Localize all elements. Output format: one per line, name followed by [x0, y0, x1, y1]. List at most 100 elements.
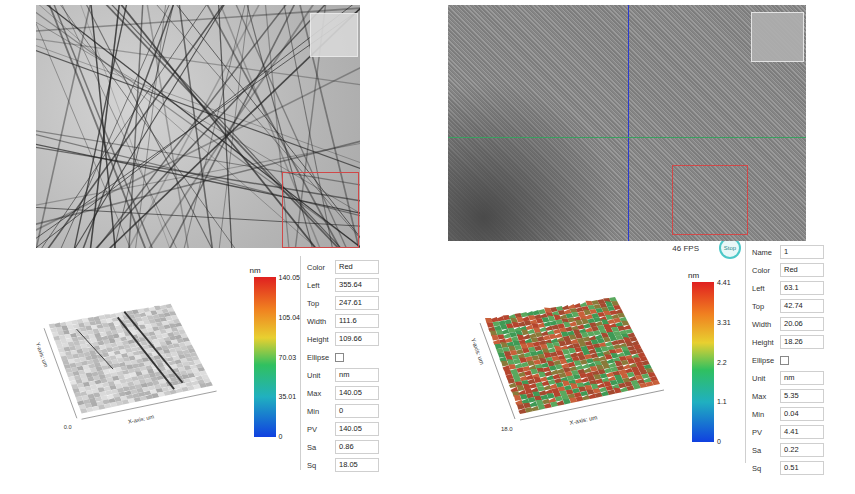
property-field[interactable]: nm [335, 368, 379, 382]
property-field[interactable]: 111.6 [335, 314, 379, 328]
colorbar-scale: 140.05105.0470.0335.010 [254, 277, 300, 440]
property-field[interactable]: 20.06 [780, 317, 824, 331]
property-row: Left63.1 [752, 279, 829, 297]
y-axis-label: Y-axis: um [35, 342, 50, 369]
crosshair-vertical[interactable] [628, 5, 629, 241]
property-label: Sa [307, 443, 335, 452]
property-label: Top [307, 299, 335, 308]
property-row: Sq18.05 [307, 456, 384, 474]
property-field[interactable]: 0.86 [335, 440, 379, 454]
analysis-area: 46 FPSStopY-axis: umX-axis: um18.0nm4.41… [448, 241, 855, 463]
colorbar-tick: 35.01 [279, 393, 300, 400]
x-axis-label: X-axis: um [569, 414, 598, 426]
property-label: Width [307, 317, 335, 326]
colorbar-gradient [692, 282, 714, 442]
property-label: Left [307, 281, 335, 290]
colorbar-ticks: 4.41 3.31 2.2 1.1 0 [717, 279, 731, 445]
origin-label: 18.0 [501, 426, 513, 432]
overview-thumbnail[interactable] [310, 13, 358, 57]
property-field[interactable]: 0.04 [780, 407, 824, 421]
property-field[interactable]: Red [780, 263, 824, 277]
property-row: Unitnm [307, 366, 384, 384]
colorbar-tick: 4.41 [717, 279, 731, 286]
property-label: Top [752, 302, 780, 311]
y-axis [480, 323, 515, 419]
colorbar-gradient [254, 277, 276, 437]
colorbar-tick: 105.04 [279, 314, 300, 321]
colorbar-tick: 140.05 [279, 274, 300, 281]
colorbar-unit: nm [250, 266, 300, 275]
property-label: Color [307, 263, 335, 272]
y-axis [44, 328, 77, 418]
property-field[interactable]: 355.64 [335, 278, 379, 292]
property-field[interactable]: 0.51 [780, 461, 824, 475]
colorbar: nm4.413.312.21.10 [692, 271, 731, 445]
property-field[interactable]: 18.26 [780, 335, 824, 349]
ellipse-checkbox[interactable] [335, 353, 344, 362]
property-field[interactable]: 0 [335, 404, 379, 418]
property-row: ColorRed [752, 261, 829, 279]
property-field[interactable]: 1 [780, 245, 824, 259]
property-row: Sq0.51 [752, 459, 829, 477]
property-row: Max140.05 [307, 384, 384, 402]
crosshair-horizontal[interactable] [448, 137, 806, 138]
colorbar-tick: 70.03 [279, 354, 300, 361]
left-view: Y-axis: umX-axis: um0.0nm140.05105.0470.… [30, 5, 410, 494]
property-label: Ellipse [307, 353, 335, 362]
property-row: Left355.64 [307, 276, 384, 294]
property-label: Height [307, 335, 335, 344]
property-field[interactable]: 109.66 [335, 332, 379, 346]
property-row: Min0.04 [752, 405, 829, 423]
property-row: Width111.6 [307, 312, 384, 330]
heat-surface-plot[interactable]: Y-axis: um X-axis: um 18.0 [465, 279, 680, 439]
property-label: Sq [307, 461, 335, 470]
property-label: Min [752, 410, 780, 419]
property-field[interactable]: 247.61 [335, 296, 379, 310]
property-row: Height109.66 [307, 330, 384, 348]
ellipse-checkbox[interactable] [780, 356, 789, 365]
micrograph[interactable] [36, 5, 360, 248]
property-row: Top42.74 [752, 297, 829, 315]
property-field[interactable]: 0.22 [780, 443, 824, 457]
property-label: Unit [752, 374, 780, 383]
property-field[interactable]: Red [335, 260, 379, 274]
property-label: Width [752, 320, 780, 329]
property-field[interactable]: 4.41 [780, 425, 824, 439]
property-label: Height [752, 338, 780, 347]
property-label: PV [307, 425, 335, 434]
property-field[interactable]: 18.05 [335, 458, 379, 472]
overview-thumbnail[interactable] [751, 12, 804, 62]
micrograph[interactable] [448, 5, 806, 241]
plot-row: Y-axis: umX-axis: um18.0nm4.413.312.21.1… [448, 279, 745, 445]
property-row: PV4.41 [752, 423, 829, 441]
property-field[interactable]: 140.05 [335, 422, 379, 436]
origin-label: 0.0 [64, 425, 72, 431]
property-row: Min0 [307, 402, 384, 420]
colorbar-tick: 3.31 [717, 319, 731, 326]
property-field[interactable]: 42.74 [780, 299, 824, 313]
property-label: Left [752, 284, 780, 293]
property-label: Sq [752, 464, 780, 473]
property-field[interactable]: 63.1 [780, 281, 824, 295]
x-axis-label: X-axis: um [127, 413, 154, 424]
property-field[interactable]: nm [780, 371, 824, 385]
colorbar-ticks: 140.05105.0470.0335.010 [279, 274, 300, 440]
colorbar-tick: 0 [717, 438, 731, 445]
plot-stack: Y-axis: um X-axis: um 0.0 nm140.05 105.04 70.… [30, 256, 300, 470]
plot-row: Y-axis: umX-axis: um0.0nm140.05105.0470.… [30, 282, 300, 442]
property-row: ColorRed [307, 258, 384, 276]
property-row: Name1 [752, 243, 829, 261]
colorbar-tick: 2.2 [717, 359, 731, 366]
colorbar: nm140.05105.0470.0335.010 [254, 266, 300, 440]
y-axis-label: Y-axis: um [470, 337, 485, 365]
gray-surface-plot[interactable]: Y-axis: um X-axis: um 0.0 [30, 282, 232, 442]
property-field[interactable]: 140.05 [335, 386, 379, 400]
roi-rectangle[interactable] [282, 172, 359, 248]
colorbar-tick: 1.1 [717, 398, 731, 405]
analysis-area: Y-axis: umX-axis: um0.0nm140.05105.0470.… [30, 256, 410, 470]
property-label: Unit [307, 371, 335, 380]
roi-rectangle[interactable] [672, 165, 748, 235]
property-row: Max5.35 [752, 387, 829, 405]
property-field[interactable]: 5.35 [780, 389, 824, 403]
property-label: Max [307, 389, 335, 398]
